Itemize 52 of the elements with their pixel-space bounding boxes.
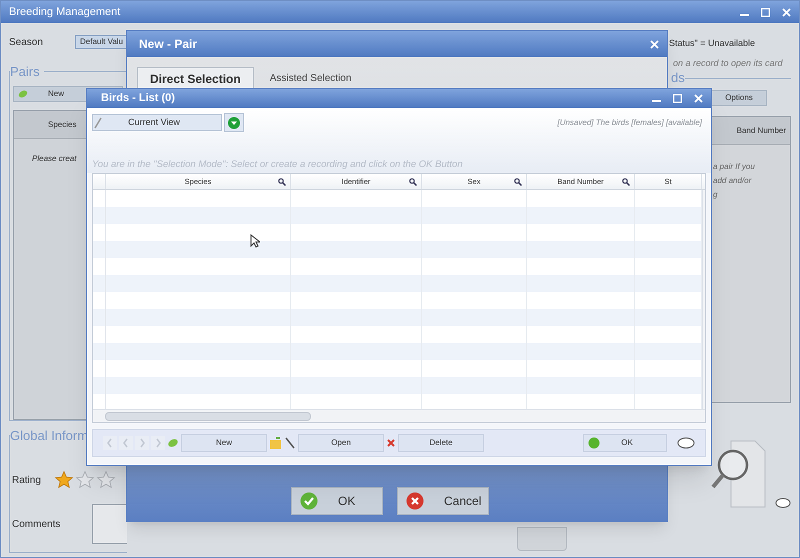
- close-icon[interactable]: [782, 8, 791, 16]
- season-label: Season: [8, 36, 44, 50]
- comments-field[interactable]: [92, 504, 127, 544]
- delete-icon: [386, 438, 396, 448]
- maximize-icon[interactable]: [673, 94, 682, 103]
- comments-label: Comments: [11, 518, 62, 532]
- status-dot-icon: [588, 437, 600, 449]
- rating-label: Rating: [11, 474, 42, 488]
- magnifier-icon: [711, 439, 767, 509]
- chat-icon[interactable]: [677, 437, 695, 449]
- view-button[interactable]: Current View: [92, 114, 222, 131]
- season-field[interactable]: Default Valu: [75, 35, 127, 49]
- star-icon[interactable]: [54, 470, 74, 490]
- options-button[interactable]: Options: [711, 90, 767, 106]
- caret-icon: [228, 116, 240, 128]
- empty-message: a pair If you: [713, 161, 756, 173]
- chat-icon[interactable]: [775, 497, 791, 509]
- maximize-icon[interactable]: [761, 8, 770, 16]
- cancel-icon: [406, 492, 424, 510]
- star-icon[interactable]: [96, 470, 116, 490]
- status-note: Status" = Unavailable: [668, 37, 756, 50]
- horizontal-scrollbar[interactable]: [93, 409, 705, 422]
- empty-message: Please creat: [32, 153, 76, 165]
- delete-button[interactable]: Delete: [398, 434, 484, 452]
- cursor-icon: [250, 234, 260, 248]
- tab[interactable]: Direct Selection: [137, 67, 254, 89]
- open-button[interactable]: Open: [298, 434, 384, 452]
- vertical-scrollbar[interactable]: [702, 190, 705, 409]
- new-button[interactable]: New: [181, 434, 267, 452]
- search-icon[interactable]: [409, 178, 417, 186]
- hint-text: on a record to open its card: [672, 56, 784, 70]
- close-icon[interactable]: [694, 94, 703, 103]
- scroll-thumb[interactable]: [105, 412, 311, 420]
- ok-button[interactable]: OK: [583, 434, 667, 452]
- group-title: ds: [670, 69, 685, 88]
- check-icon: [300, 492, 318, 510]
- window-title: Breeding Management: [8, 4, 120, 20]
- filter-note: [Unsaved] The birds [females] [available]: [557, 116, 703, 128]
- panel-background: [517, 527, 567, 551]
- tab[interactable]: Assisted Selection: [258, 67, 364, 89]
- ok-button[interactable]: OK: [291, 487, 383, 515]
- close-icon[interactable]: [650, 40, 659, 48]
- dropdown-button[interactable]: [224, 113, 244, 132]
- column-header[interactable]: Species: [34, 118, 76, 130]
- window-title: New - Pair: [138, 36, 198, 53]
- empty-message: add and/or: [713, 175, 752, 187]
- cancel-button[interactable]: Cancel: [397, 487, 489, 515]
- star-icon[interactable]: [75, 470, 95, 490]
- search-icon[interactable]: [514, 178, 522, 186]
- search-icon[interactable]: [278, 178, 286, 186]
- empty-message: g: [713, 189, 718, 201]
- search-icon[interactable]: [622, 178, 630, 186]
